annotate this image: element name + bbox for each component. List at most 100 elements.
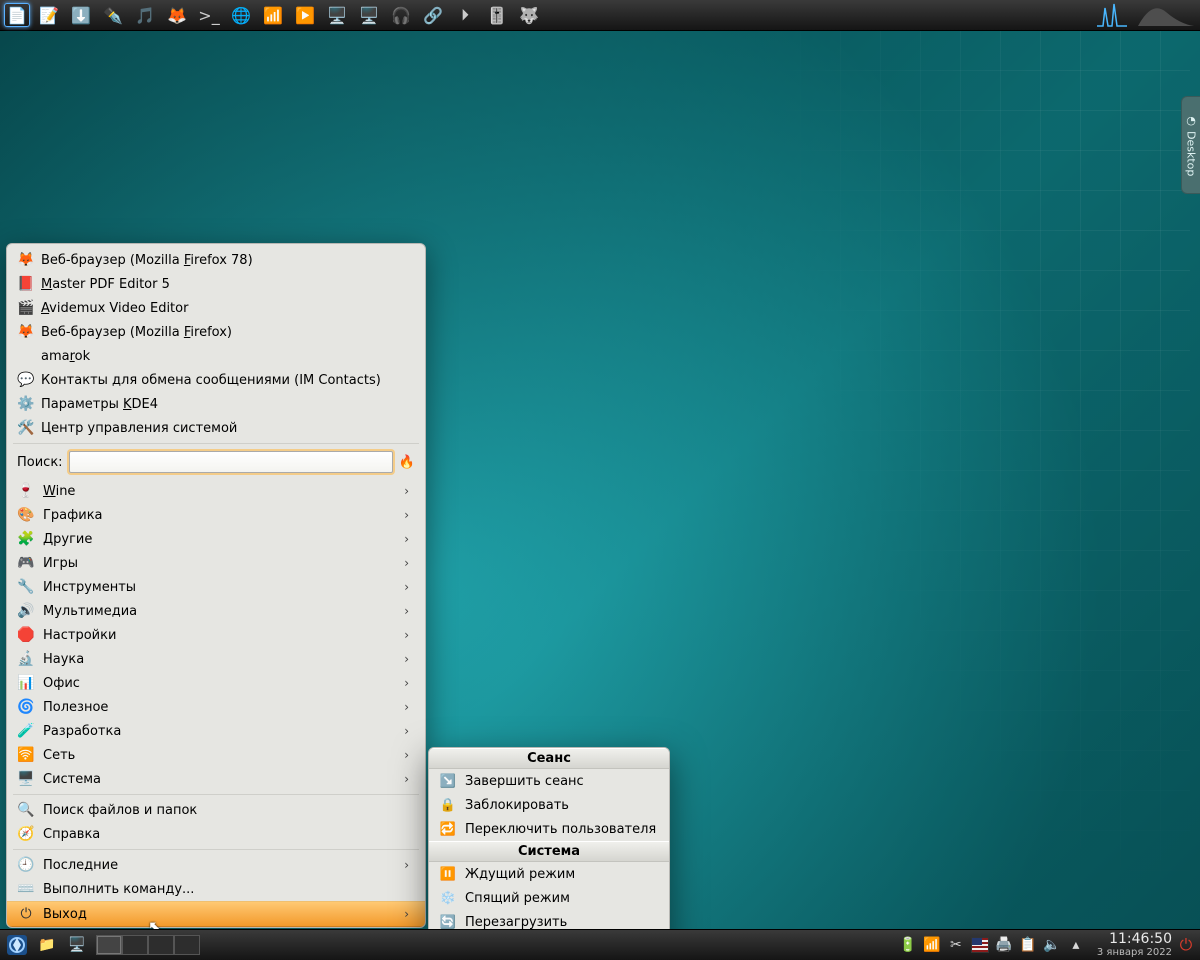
power-button[interactable]: ⏻ — [1176, 935, 1196, 955]
show-desktop-button[interactable]: 🖥️ — [64, 933, 90, 957]
category-tools[interactable]: 🔧Инструменты› — [7, 575, 425, 599]
clock-date: 3 января 2022 — [1097, 947, 1172, 958]
writer-icon[interactable]: 📄 — [4, 3, 30, 27]
expand-tray-icon[interactable]: ▴ — [1067, 936, 1085, 954]
category-office[interactable]: 📊Офис› — [7, 671, 425, 695]
category-label: Полезное — [43, 700, 108, 715]
sliders-icon[interactable]: 🎚️ — [484, 3, 510, 27]
wordproc-icon[interactable]: 📝 — [36, 3, 62, 27]
submenu-arrow-icon: › — [404, 604, 409, 618]
lock-icon: 🔒 — [439, 796, 457, 814]
kde4-params-icon: ⚙️ — [17, 395, 35, 413]
wine-icon: 🍷 — [17, 482, 35, 500]
download-icon[interactable]: ⬇️ — [68, 3, 94, 27]
category-label: Другие — [43, 532, 92, 547]
favorite-firefox-78[interactable]: 🦊Веб-браузер (Mozilla Firefox 78) — [7, 248, 425, 272]
category-science[interactable]: 🔬Наука› — [7, 647, 425, 671]
favorite-avidemux[interactable]: 🎬Avidemux Video Editor — [7, 296, 425, 320]
clear-search-icon[interactable]: 🔥 — [399, 455, 415, 470]
category-other[interactable]: 🧩 Другие › — [7, 527, 425, 551]
firefox-icon[interactable]: 🦊 — [164, 3, 190, 27]
leave-hibernate[interactable]: ❄️Спящий режим — [429, 886, 669, 910]
bottom-panel: 📁 🖥️ 🔋 📶 ✂ 🖨️ 📋 🔈 ▴ 11:46:50 3 января 2022 ⏻ — [0, 929, 1200, 960]
music-icon[interactable]: 🎵 — [132, 3, 158, 27]
leave-switch-user[interactable]: 🔁Переключить пользователя — [429, 817, 669, 841]
volume-icon[interactable]: 🔈 — [1043, 936, 1061, 954]
search-input[interactable] — [69, 451, 393, 473]
category-games[interactable]: 🎮Игры› — [7, 551, 425, 575]
leave-suspend[interactable]: ⏸️Ждущий режим — [429, 862, 669, 886]
help-icon: 🧭 — [17, 825, 35, 843]
system-monitor-cpu-icon[interactable] — [1094, 0, 1130, 30]
equalizer-icon[interactable]: 📶 — [260, 3, 286, 27]
favorite-control-center[interactable]: 🛠️Центр управления системой — [7, 416, 425, 440]
clipboard-icon[interactable]: 📋 — [1019, 936, 1037, 954]
terminal-icon[interactable]: >_ — [196, 3, 222, 27]
share-icon[interactable]: 🔗 — [420, 3, 446, 27]
category-multimedia[interactable]: 🔊Мультимедиа› — [7, 599, 425, 623]
category-system[interactable]: 🖥️Система› — [7, 767, 425, 791]
pager-desktop-3[interactable] — [148, 935, 174, 955]
favorite-master-pdf[interactable]: 📕Master PDF Editor 5 — [7, 272, 425, 296]
mediaplayer-icon[interactable]: ▶️ — [292, 3, 318, 27]
submenu-item-label: Перезагрузить — [465, 915, 567, 930]
wallpaper-pattern — [760, 30, 1190, 930]
desktop-pager-tab[interactable]: ◔ Desktop — [1181, 96, 1200, 194]
clock[interactable]: 11:46:50 3 января 2022 — [1097, 932, 1172, 958]
network-bars-icon[interactable]: 📶 — [923, 936, 941, 954]
submenu-arrow-icon: › — [404, 748, 409, 762]
other-icon: 🧩 — [17, 530, 35, 548]
favorite-firefox[interactable]: 🦊Веб-браузер (Mozilla Firefox) — [7, 320, 425, 344]
play-icon[interactable]: ⏵ — [452, 3, 478, 27]
category-help[interactable]: 🧭Справка — [7, 822, 425, 846]
pager-desktop-4[interactable] — [174, 935, 200, 955]
category-label: Игры — [43, 556, 78, 571]
leave-icon: ⏻ — [17, 905, 35, 923]
favorite-im-contacts[interactable]: 💬Контакты для обмена сообщениями (IM Con… — [7, 368, 425, 392]
category-wine[interactable]: 🍷Wine› — [7, 479, 425, 503]
battery-icon[interactable]: 🔋 — [899, 936, 917, 954]
favorite-amarok-app[interactable]: amarok — [7, 344, 425, 368]
category-useful[interactable]: 🌀Полезное› — [7, 695, 425, 719]
clock-time: 11:46:50 — [1097, 932, 1172, 947]
keyboard-layout-flag[interactable] — [971, 936, 989, 954]
system-monitor-graph-icon[interactable] — [1136, 0, 1196, 30]
leave-lock[interactable]: 🔒 Заблокировать — [429, 793, 669, 817]
kickoff-launcher-button[interactable] — [4, 933, 30, 957]
suspend-icon: ⏸️ — [439, 865, 457, 883]
category-label: Wine — [43, 484, 75, 499]
submenu-arrow-icon: › — [404, 858, 409, 872]
printer-icon[interactable]: 🖨️ — [995, 936, 1013, 954]
pager-desktop-1[interactable] — [96, 935, 122, 955]
remote-desktop-icon[interactable]: 🖥️ — [356, 3, 382, 27]
search-label: Поиск: — [17, 455, 63, 470]
headphones-icon[interactable]: 🎧 — [388, 3, 414, 27]
submenu-arrow-icon: › — [404, 532, 409, 546]
find-icon: 🔍 — [17, 801, 35, 819]
favorite-kde4-params[interactable]: ⚙️Параметры KDE4 — [7, 392, 425, 416]
submenu-item-label: Заблокировать — [465, 798, 569, 813]
category-run[interactable]: ⌨️Выполнить команду... — [7, 877, 425, 901]
category-recent[interactable]: 🕘Последние› — [7, 853, 425, 877]
category-graphics[interactable]: 🎨Графика› — [7, 503, 425, 527]
text-editor-icon[interactable]: ✒️ — [100, 3, 126, 27]
category-dev[interactable]: 🧪Разработка› — [7, 719, 425, 743]
file-manager-button[interactable]: 📁 — [34, 933, 60, 957]
desktop-wallpaper: 📄📝⬇️✒️🎵🦊>_🌐📶▶️🖥️🖥️🎧🔗⏵🎚️🐺 ◔ Desktop 🦊Веб-… — [0, 0, 1200, 960]
leave-logout[interactable]: ↘️Завершить сеанс — [429, 769, 669, 793]
pager-desktop-2[interactable] — [122, 935, 148, 955]
category-net[interactable]: 🛜Сеть› — [7, 743, 425, 767]
desktop-pager[interactable] — [96, 935, 200, 955]
category-leave[interactable]: ⏻Выход› — [7, 901, 425, 927]
category-settings[interactable]: 🛑Настройки› — [7, 623, 425, 647]
category-label: Выход — [43, 907, 87, 922]
firefox-78-icon: 🦊 — [17, 251, 35, 269]
amarok-icon[interactable]: 🐺 — [516, 3, 542, 27]
scissors-icon[interactable]: ✂ — [947, 936, 965, 954]
application-menu: 🦊Веб-браузер (Mozilla Firefox 78)📕Master… — [6, 243, 426, 928]
worldclock-icon[interactable]: 🌐 — [228, 3, 254, 27]
amarok-app-icon — [17, 347, 35, 365]
category-find[interactable]: 🔍Поиск файлов и папок — [7, 798, 425, 822]
category-label: Офис — [43, 676, 80, 691]
display-icon[interactable]: 🖥️ — [324, 3, 350, 27]
